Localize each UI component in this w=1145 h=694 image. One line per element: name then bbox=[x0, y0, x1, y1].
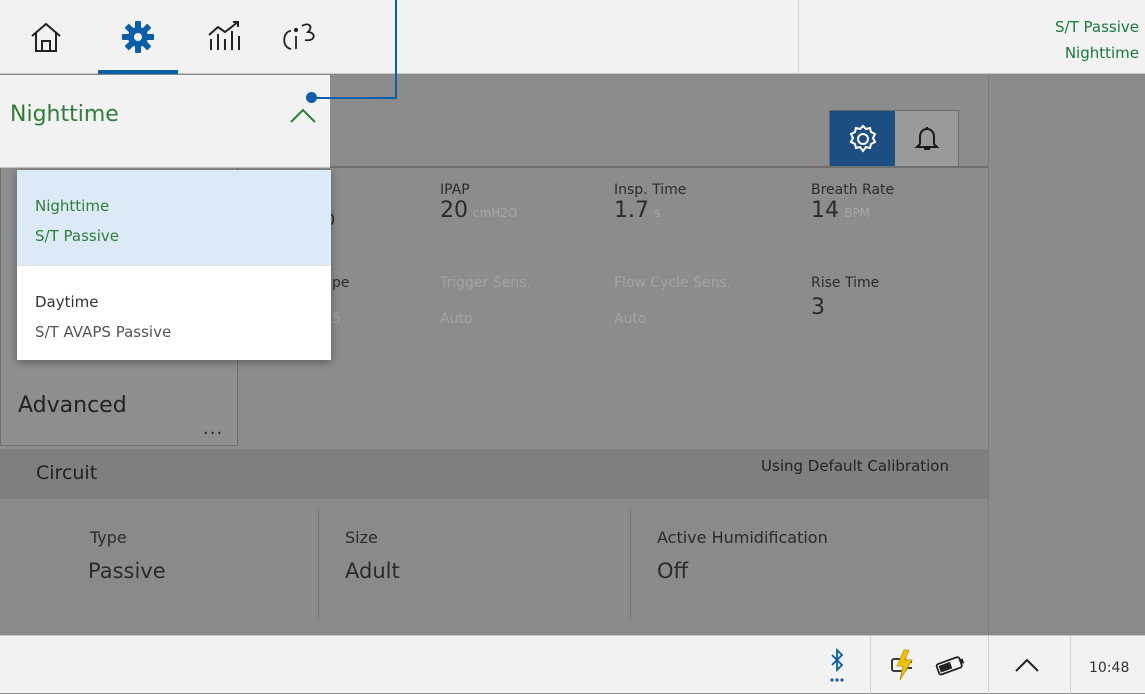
bottom-status-bar bbox=[0, 635, 1145, 694]
divider bbox=[1070, 636, 1071, 694]
therapy-mode-label: S/T Passive bbox=[1055, 18, 1139, 36]
option-name: Daytime bbox=[35, 293, 99, 311]
callout-line bbox=[395, 0, 397, 98]
circuit-type-label: Type bbox=[90, 528, 127, 547]
ac-power-icon[interactable] bbox=[888, 648, 922, 682]
param-breath-rate[interactable]: 14 BPM bbox=[811, 198, 870, 223]
param-ipap[interactable]: 20 cmH2O bbox=[440, 198, 517, 223]
gear-icon bbox=[122, 21, 154, 53]
param-value-partial-2: 5 bbox=[332, 311, 341, 327]
calibration-status: Using Default Calibration bbox=[761, 457, 949, 475]
circuit-humidification-value[interactable]: Off bbox=[657, 559, 688, 583]
toggle-settings[interactable] bbox=[830, 111, 895, 167]
tab-home[interactable] bbox=[10, 0, 82, 74]
toggle-alarms[interactable] bbox=[895, 111, 958, 167]
circuit-size-label: Size bbox=[345, 528, 378, 547]
advanced-button[interactable]: Advanced bbox=[18, 393, 127, 418]
param-label-trigger-sens: Trigger Sens. bbox=[440, 275, 531, 291]
divider bbox=[318, 509, 319, 619]
gear-icon bbox=[849, 124, 876, 153]
param-value-breath-rate: 14 bbox=[811, 198, 839, 223]
more-options[interactable]: ... bbox=[203, 418, 223, 439]
mode-status-area[interactable]: S/T Passive Nighttime bbox=[798, 0, 1145, 74]
battery-icon[interactable] bbox=[934, 650, 966, 680]
param-label-flow-cycle-sens: Flow Cycle Sens. bbox=[614, 275, 732, 291]
param-value-ipap: 20 bbox=[440, 198, 468, 223]
right-pane bbox=[988, 75, 1145, 635]
clock: 10:48 bbox=[1089, 660, 1130, 676]
callout-line bbox=[312, 97, 397, 99]
prescription-dropdown-label: Nighttime bbox=[10, 102, 119, 127]
divider bbox=[630, 509, 631, 619]
param-label-partial: pe bbox=[332, 275, 350, 291]
param-value-insp-time: 1.7 bbox=[614, 198, 649, 223]
param-label-ipap: IPAP bbox=[440, 182, 470, 198]
tab-trends[interactable] bbox=[190, 0, 262, 74]
divider bbox=[988, 636, 989, 694]
circuit-humidification-label: Active Humidification bbox=[657, 528, 828, 547]
option-mode: S/T Passive bbox=[35, 227, 119, 245]
prescription-name-label: Nighttime bbox=[1064, 44, 1139, 62]
info-icon bbox=[283, 23, 315, 50]
circuit-title: Circuit bbox=[36, 462, 98, 484]
param-unit-insp-time: s bbox=[654, 206, 661, 220]
callout-dot bbox=[306, 92, 317, 103]
param-label-breath-rate: Breath Rate bbox=[811, 182, 895, 198]
circuit-size-value[interactable]: Adult bbox=[345, 559, 400, 583]
bluetooth-icon[interactable] bbox=[826, 646, 848, 686]
bell-icon bbox=[914, 127, 939, 150]
param-label-insp-time: Insp. Time bbox=[614, 182, 687, 198]
param-value-trigger-sens: Auto bbox=[440, 311, 473, 327]
option-mode: S/T AVAPS Passive bbox=[35, 323, 172, 341]
param-value-rise-time[interactable]: 3 bbox=[811, 295, 825, 320]
divider bbox=[870, 636, 871, 694]
prescription-option-nighttime[interactable]: Nighttime S/T Passive bbox=[17, 170, 331, 265]
param-unit-ipap: cmH2O bbox=[473, 206, 518, 220]
chevron-up-icon[interactable] bbox=[288, 104, 318, 128]
trends-chart-icon bbox=[208, 21, 240, 50]
settings-alarms-toggle bbox=[829, 110, 959, 168]
param-value-flow-cycle-sens: Auto bbox=[614, 311, 647, 327]
tab-settings[interactable] bbox=[94, 0, 182, 74]
chevron-up-icon[interactable] bbox=[1012, 654, 1042, 676]
prescription-option-daytime[interactable]: Daytime S/T AVAPS Passive bbox=[17, 265, 331, 360]
option-name: Nighttime bbox=[35, 197, 110, 215]
prescription-options-list: Nighttime S/T Passive Daytime S/T AVAPS … bbox=[17, 170, 331, 360]
param-unit-breath-rate: BPM bbox=[844, 206, 870, 220]
top-bar: S/T Passive Nighttime bbox=[0, 0, 1145, 74]
active-tab-indicator bbox=[98, 70, 178, 74]
tab-info[interactable] bbox=[264, 0, 336, 74]
param-insp-time[interactable]: 1.7 s bbox=[614, 198, 660, 223]
circuit-type-value[interactable]: Passive bbox=[88, 559, 166, 583]
param-label-rise-time: Rise Time bbox=[811, 275, 880, 291]
home-icon bbox=[31, 22, 61, 52]
